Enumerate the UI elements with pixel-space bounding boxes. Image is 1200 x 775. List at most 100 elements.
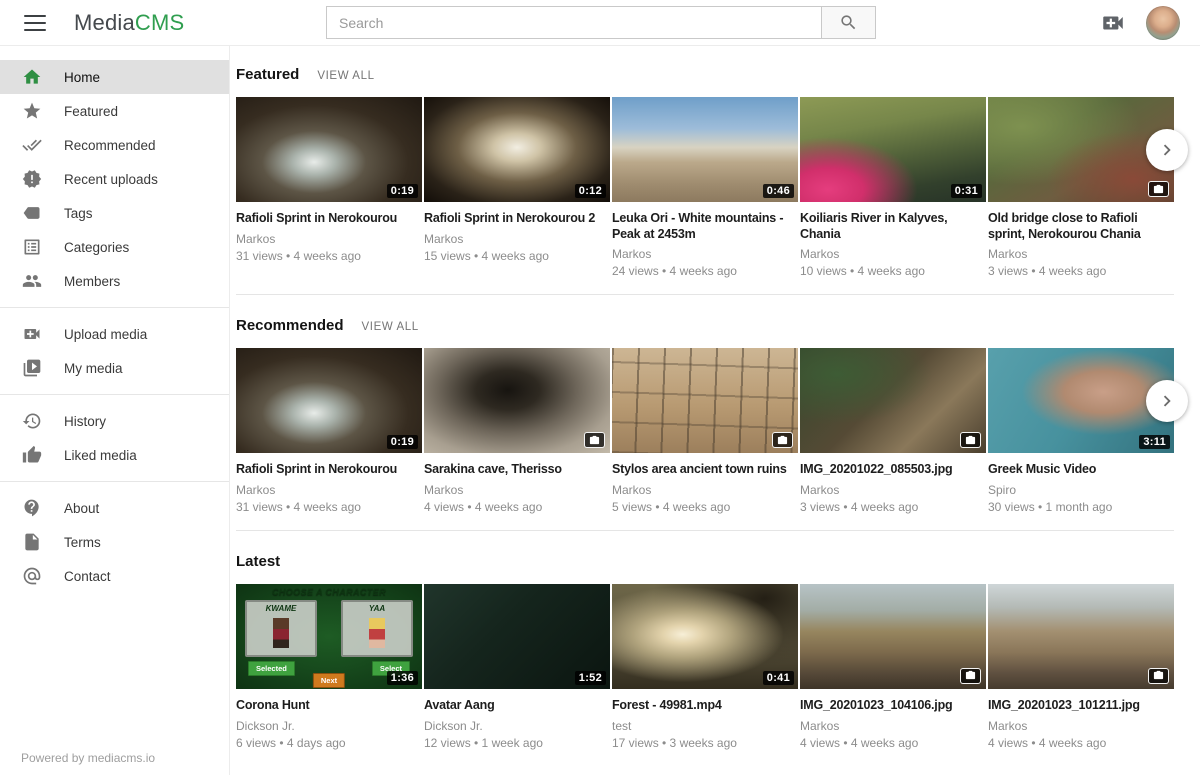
media-author[interactable]: Markos xyxy=(800,719,986,733)
media-author[interactable]: Markos xyxy=(424,232,610,246)
view-all-link[interactable]: VIEW ALL xyxy=(317,70,374,82)
media-card[interactable]: IMG_20201023_104106.jpg Markos 4 views •… xyxy=(800,584,986,750)
section-title: Latest xyxy=(236,553,280,570)
media-author[interactable]: Markos xyxy=(988,719,1174,733)
media-thumbnail[interactable]: 0:19 xyxy=(236,97,422,202)
chevron-right-icon xyxy=(1156,139,1178,161)
media-card[interactable]: Stylos area ancient town ruins Markos 5 … xyxy=(612,348,798,514)
media-card[interactable]: 0:46 Leuka Ori - White mountains - Peak … xyxy=(612,97,798,278)
media-card[interactable]: 0:31 Koiliaris River in Kalyves, Chania … xyxy=(800,97,986,278)
media-card[interactable]: 1:52 Avatar Aang Dickson Jr. 12 views • … xyxy=(424,584,610,750)
media-title[interactable]: Old bridge close to Rafioli sprint, Nero… xyxy=(988,211,1172,242)
media-title[interactable]: Corona Hunt xyxy=(236,698,420,714)
media-card[interactable]: Old bridge close to Rafioli sprint, Nero… xyxy=(988,97,1174,278)
photo-badge xyxy=(1148,181,1169,197)
sidebar-item-liked-media[interactable]: Liked media xyxy=(0,438,229,472)
media-card[interactable]: IMG_20201023_101211.jpg Markos 4 views •… xyxy=(988,584,1174,750)
media-author[interactable]: Markos xyxy=(800,247,986,261)
media-card[interactable]: 0:41 Forest - 49981.mp4 test 17 views • … xyxy=(612,584,798,750)
media-thumbnail[interactable]: 0:31 xyxy=(800,97,986,202)
media-thumbnail[interactable] xyxy=(988,584,1174,689)
media-thumbnail[interactable]: 0:46 xyxy=(612,97,798,202)
sidebar-item-contact[interactable]: Contact xyxy=(0,559,229,593)
section-recommended: Recommended VIEW ALL 0:19 Rafioli Sprint… xyxy=(236,317,1174,533)
media-author[interactable]: Spiro xyxy=(988,483,1174,497)
media-thumbnail[interactable] xyxy=(800,584,986,689)
media-title[interactable]: Rafioli Sprint in Nerokourou xyxy=(236,462,420,478)
media-author[interactable]: Dickson Jr. xyxy=(424,719,610,733)
media-card[interactable]: 3:11 Greek Music Video Spiro 30 views • … xyxy=(988,348,1174,514)
media-thumbnail[interactable]: 0:19 xyxy=(236,348,422,453)
media-author[interactable]: Markos xyxy=(612,483,798,497)
media-title[interactable]: Rafioli Sprint in Nerokourou 2 xyxy=(424,211,608,227)
view-all-link[interactable]: VIEW ALL xyxy=(362,321,419,333)
video-upload-icon xyxy=(1100,10,1126,36)
media-author[interactable]: Markos xyxy=(424,483,610,497)
media-title[interactable]: Avatar Aang xyxy=(424,698,608,714)
duration-badge: 3:11 xyxy=(1139,435,1170,449)
media-thumbnail[interactable]: 0:41 xyxy=(612,584,798,689)
camera-icon xyxy=(589,435,600,446)
media-thumbnail[interactable] xyxy=(612,348,798,453)
media-title[interactable]: Koiliaris River in Kalyves, Chania xyxy=(800,211,984,242)
media-meta: 10 views • 4 weeks ago xyxy=(800,264,986,278)
media-card[interactable]: 0:19 Rafioli Sprint in Nerokourou Markos… xyxy=(236,97,422,278)
sidebar-item-label: About xyxy=(64,501,99,516)
sidebar-item-terms[interactable]: Terms xyxy=(0,525,229,559)
media-card[interactable]: 0:12 Rafioli Sprint in Nerokourou 2 Mark… xyxy=(424,97,610,278)
carousel-next-button[interactable] xyxy=(1146,380,1188,422)
media-author[interactable]: Dickson Jr. xyxy=(236,719,422,733)
media-author[interactable]: Markos xyxy=(612,247,798,261)
sidebar-item-recommended[interactable]: Recommended xyxy=(0,128,229,162)
media-author[interactable]: Markos xyxy=(236,232,422,246)
document-icon xyxy=(22,532,42,552)
media-thumbnail[interactable] xyxy=(800,348,986,453)
hamburger-menu-icon[interactable] xyxy=(24,15,46,31)
duration-badge: 0:12 xyxy=(575,184,606,198)
search-input[interactable] xyxy=(326,6,821,39)
user-avatar[interactable] xyxy=(1146,6,1180,40)
media-thumbnail[interactable]: CHOOSE A CHARACTER KWAME YAA Selected Ne… xyxy=(236,584,422,689)
sidebar-item-members[interactable]: Members xyxy=(0,264,229,298)
brand-suffix: CMS xyxy=(135,10,185,35)
media-title[interactable]: Forest - 49981.mp4 xyxy=(612,698,796,714)
media-meta: 4 views • 4 weeks ago xyxy=(424,500,610,514)
media-thumbnail[interactable]: 0:12 xyxy=(424,97,610,202)
at-icon xyxy=(22,566,42,586)
search-button[interactable] xyxy=(821,6,876,39)
media-title[interactable]: Stylos area ancient town ruins xyxy=(612,462,796,478)
sidebar-item-categories[interactable]: Categories xyxy=(0,230,229,264)
sidebar-item-upload-media[interactable]: Upload media xyxy=(0,317,229,351)
sidebar-item-about[interactable]: About xyxy=(0,491,229,525)
sidebar-item-featured[interactable]: Featured xyxy=(0,94,229,128)
carousel-next-button[interactable] xyxy=(1146,129,1188,171)
media-card[interactable]: IMG_20201022_085503.jpg Markos 3 views •… xyxy=(800,348,986,514)
media-card[interactable]: CHOOSE A CHARACTER KWAME YAA Selected Ne… xyxy=(236,584,422,750)
media-title[interactable]: Greek Music Video xyxy=(988,462,1172,478)
sidebar-item-label: My media xyxy=(64,361,123,376)
media-author[interactable]: Markos xyxy=(800,483,986,497)
media-author[interactable]: test xyxy=(612,719,798,733)
brand-logo[interactable]: MediaCMS xyxy=(74,10,184,36)
media-title[interactable]: IMG_20201022_085503.jpg xyxy=(800,462,984,478)
media-thumbnail[interactable]: 1:52 xyxy=(424,584,610,689)
media-card[interactable]: Sarakina cave, Therisso Markos 4 views •… xyxy=(424,348,610,514)
media-thumbnail[interactable] xyxy=(424,348,610,453)
media-title[interactable]: IMG_20201023_104106.jpg xyxy=(800,698,984,714)
sidebar-item-tags[interactable]: Tags xyxy=(0,196,229,230)
media-title[interactable]: IMG_20201023_101211.jpg xyxy=(988,698,1172,714)
chevron-right-icon xyxy=(1156,390,1178,412)
media-title[interactable]: Sarakina cave, Therisso xyxy=(424,462,608,478)
sidebar-item-history[interactable]: History xyxy=(0,404,229,438)
media-card[interactable]: 0:19 Rafioli Sprint in Nerokourou Markos… xyxy=(236,348,422,514)
sidebar-item-label: History xyxy=(64,414,106,429)
media-title[interactable]: Leuka Ori - White mountains - Peak at 24… xyxy=(612,211,796,242)
media-author[interactable]: Markos xyxy=(988,247,1174,261)
sidebar-item-home[interactable]: Home xyxy=(0,60,229,94)
sidebar-item-recent-uploads[interactable]: Recent uploads xyxy=(0,162,229,196)
media-meta: 5 views • 4 weeks ago xyxy=(612,500,798,514)
sidebar-item-my-media[interactable]: My media xyxy=(0,351,229,385)
media-title[interactable]: Rafioli Sprint in Nerokourou xyxy=(236,211,420,227)
media-author[interactable]: Markos xyxy=(236,483,422,497)
upload-media-button[interactable] xyxy=(1100,10,1126,36)
